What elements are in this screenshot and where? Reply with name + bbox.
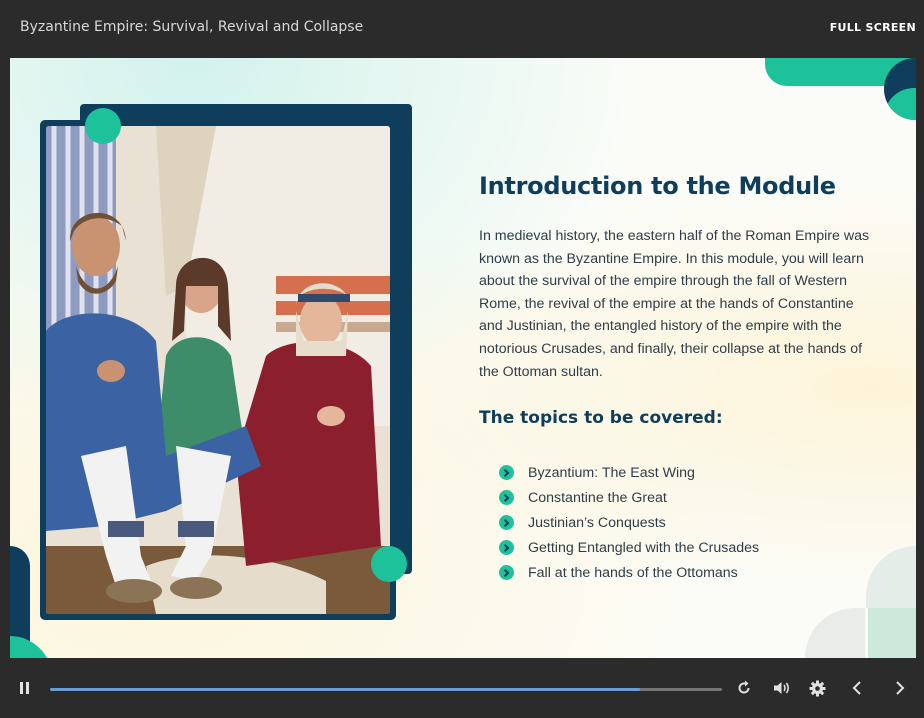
prev-icon [852,681,861,695]
progress-bar[interactable] [50,688,722,691]
list-item: Justinian’s Conquests [499,510,759,535]
topic-label: Constantine the Great [528,489,667,506]
chevron-right-icon [499,515,514,530]
progress-fill [50,688,641,691]
topic-label: Getting Entangled with the Crusades [528,539,760,556]
settings-icon [809,680,825,696]
topic-label: Justinian’s Conquests [528,514,666,531]
pause-button[interactable] [12,658,38,718]
volume-icon [774,682,790,694]
volume-button[interactable] [770,658,794,718]
player-controls [0,658,924,718]
list-item: Constantine the Great [499,485,759,510]
intro-paragraph: In medieval history, the eastern half of… [479,228,870,380]
decorative-quarter-circle [10,636,52,658]
fullscreen-button[interactable]: FULL SCREEN [830,21,916,34]
next-slide-button[interactable] [888,658,912,718]
next-icon [896,681,905,695]
topic-label: Fall at the hands of the Ottomans [528,564,738,581]
list-item: Byzantium: The East Wing [499,460,759,485]
previous-slide-button[interactable] [845,658,869,718]
chevron-right-icon [499,490,514,505]
intro-photo [46,126,390,614]
decorative-shapes [805,546,916,658]
decorative-dot [85,108,121,144]
pause-icon [20,682,29,694]
replay-button[interactable] [732,658,756,718]
topics-list: Byzantium: The East Wing Constantine the… [499,460,759,585]
chevron-right-icon [499,540,514,555]
chevron-right-icon [499,565,514,580]
list-item: Getting Entangled with the Crusades [499,535,759,560]
list-item: Fall at the hands of the Ottomans [499,560,759,585]
topics-heading: The topics to be covered: [479,408,723,428]
decorative-dot [371,546,407,582]
topic-label: Byzantium: The East Wing [528,464,695,481]
slide-heading: Introduction to the Module [479,172,836,200]
course-title: Byzantine Empire: Survival, Revival and … [20,19,364,35]
slide: Introduction to the Module In medieval h… [10,58,916,658]
settings-button[interactable] [805,658,829,718]
replay-icon [738,680,750,694]
chevron-right-icon [499,465,514,480]
top-bar: Byzantine Empire: Survival, Revival and … [0,0,924,58]
